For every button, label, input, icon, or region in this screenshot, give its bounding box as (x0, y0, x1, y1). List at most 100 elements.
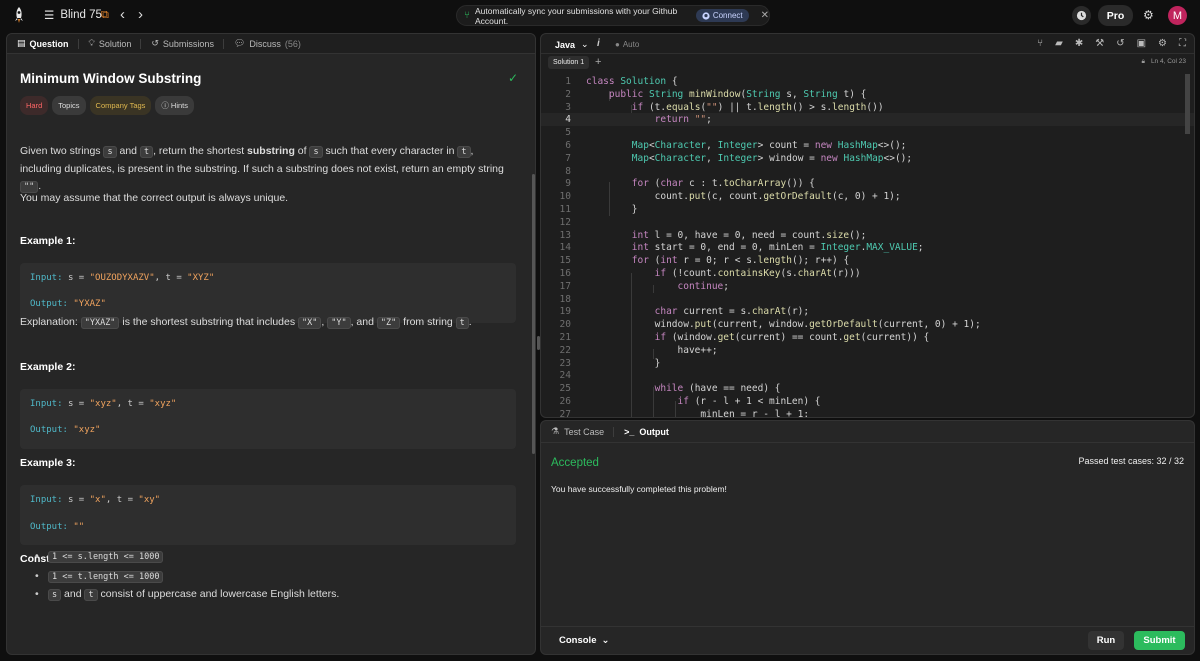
code-line[interactable]: 19 char current = s.charAt(r); (541, 305, 1194, 318)
external-link-icon[interactable]: ⧉ (101, 9, 109, 22)
code-line[interactable]: 15 for (int r = 0; r < s.length(); r++) … (541, 254, 1194, 267)
code-line[interactable]: 3 if (t.equals("") || t.length() > s.len… (541, 101, 1194, 114)
connect-github-button[interactable]: Connect (695, 9, 749, 22)
code-line[interactable]: 20 window.put(current, window.getOrDefau… (541, 318, 1194, 331)
top-bar: ☰ Blind 75 ⧉ ‹ › ⑂ Automatically sync yo… (0, 0, 1200, 31)
line-number: 27 (559, 408, 571, 418)
editor-scrollbar[interactable] (1185, 74, 1190, 134)
code-line[interactable]: 13 int l = 0, have = 0, need = count.siz… (541, 229, 1194, 242)
company-tags-tag[interactable]: Company Tags (89, 96, 152, 115)
tab-submissions[interactable]: ↺ Submissions (141, 34, 224, 54)
example-3-block: Input: s = "x", t = "xy" Output: "" (20, 485, 516, 545)
code-line[interactable]: 1 class Solution { (541, 75, 1194, 88)
auto-label: Auto (622, 40, 640, 49)
next-problem-button[interactable]: › (138, 6, 143, 23)
hints-tag[interactable]: ⓘ Hints (155, 96, 195, 115)
submit-button[interactable]: Submit (1134, 631, 1185, 650)
code-line[interactable]: 22 have++; (541, 344, 1194, 357)
tab-test-case[interactable]: ⚗ Test Case (541, 421, 615, 443)
line-source: for (int r = 0; r < s.length(); r++) { (631, 255, 850, 267)
code-line[interactable]: 16 if (!count.containsKey(s.charAt(r))) (541, 267, 1194, 280)
code-line[interactable]: 9 for (char c : t.toCharArray()) { (541, 177, 1194, 190)
problem-panel: ▤ Question 💡︎ Solution ↺ Submissions 💬︎ … (6, 33, 536, 655)
hints-label: Hints (170, 101, 189, 110)
code-line[interactable]: 2 public String minWindow(String s, Stri… (541, 88, 1194, 101)
format-icon[interactable]: ⚒ (1095, 38, 1104, 49)
code-line[interactable]: 17 continue; (541, 280, 1194, 293)
prev-problem-button[interactable]: ‹ (120, 6, 125, 23)
settings-gear-icon[interactable]: ⚙ (1158, 38, 1167, 49)
problem-scrollbar[interactable] (532, 174, 535, 454)
code-line[interactable]: 4 return ""; (541, 113, 1194, 127)
tab-discuss[interactable]: 💬︎ Discuss (56) (224, 34, 311, 54)
tab-output[interactable]: >_ Output (614, 421, 679, 443)
debug-bug-icon[interactable]: ✱ (1075, 38, 1083, 49)
line-number: 21 (559, 332, 571, 343)
code-line[interactable]: 8 (541, 165, 1194, 178)
code-area[interactable]: 1 class Solution {2 public String minWind… (541, 74, 1194, 418)
line-source: if (window.get(current) == count.get(cur… (654, 332, 930, 343)
line-source: window.put(current, window.getOrDefault(… (586, 319, 981, 331)
avatar[interactable]: M (1168, 6, 1187, 25)
rocket-logo-icon[interactable] (10, 6, 28, 24)
tab-solution[interactable]: 💡︎ Solution (79, 34, 142, 54)
clock-icon (1076, 10, 1087, 21)
code-line[interactable]: 26 if (r - l + 1 < minLen) { (541, 395, 1194, 408)
example-2-heading: Example 2: (20, 361, 76, 373)
code-line[interactable]: 7 Map<Character, Integer> window = new H… (541, 152, 1194, 165)
code-line[interactable]: 27 minLen = r - l + 1; (541, 408, 1194, 418)
code-line[interactable]: 5 (541, 126, 1194, 139)
list-icon: ☰ (44, 10, 55, 22)
line-number: 9 (565, 178, 571, 190)
reset-icon[interactable]: ↺ (1116, 38, 1124, 49)
line-source: } (586, 357, 661, 369)
close-icon[interactable]: ✕ (761, 10, 769, 21)
pro-button[interactable]: Pro (1098, 5, 1133, 26)
code-line[interactable]: 6 Map<Character, Integer> count = new Ha… (541, 139, 1194, 152)
connect-label: Connect (712, 11, 743, 20)
code-line[interactable]: 25 while (have == need) { (541, 382, 1194, 395)
console-label: Console (559, 635, 597, 646)
line-number: 20 (559, 319, 571, 331)
code-line[interactable]: 21 if (window.get(current) == count.get(… (541, 331, 1194, 344)
problem-list-button[interactable]: ☰ Blind 75 (44, 8, 102, 22)
language-select[interactable]: Java ⌄ (555, 39, 589, 50)
info-icon[interactable]: i (597, 38, 600, 49)
code-line[interactable]: 12 (541, 216, 1194, 229)
line-source: Map<Character, Integer> count = new Hash… (631, 140, 907, 151)
code-line[interactable]: 23 } (541, 357, 1194, 370)
console-toggle[interactable]: Console ⌄ (559, 635, 609, 646)
code-editor: Java ⌄ i ● Auto ⑂ ▰ ✱ ⚒ ↺ ▣ ⚙ ⛶ Solution 1… (540, 33, 1195, 418)
solution-tab[interactable]: Solution 1 (548, 56, 590, 69)
example-1-explanation: Explanation: "YXAZ" is the shortest subs… (20, 316, 472, 329)
add-tab-icon[interactable]: + (595, 56, 601, 68)
code-line[interactable]: 24 (541, 369, 1194, 382)
example-3-input: Input: s = "x", t = "xy" (30, 495, 161, 505)
inline-code: s (309, 146, 323, 158)
inline-code: t (139, 146, 154, 158)
settings-gear-icon[interactable]: ⚙ (1143, 8, 1154, 22)
line-number: 18 (559, 293, 571, 305)
line-number: 3 (565, 101, 571, 113)
code-line[interactable]: 10 count.put(c, count.getOrDefault(c, 0)… (541, 190, 1194, 203)
branch-icon[interactable]: ⑂ (1037, 38, 1043, 49)
fullscreen-icon[interactable]: ⛶ (1179, 38, 1186, 49)
doc-icon: ▤ (17, 38, 26, 48)
notes-icon[interactable]: ▰ (1055, 38, 1063, 49)
line-number: 13 (559, 229, 571, 241)
code-line[interactable]: 14 int start = 0, end = 0, minLen = Inte… (541, 241, 1194, 254)
solved-check-icon: ✓ (508, 71, 519, 85)
code-line[interactable]: 18 (541, 293, 1194, 306)
tab-question[interactable]: ▤ Question (7, 34, 79, 54)
line-source: count.put(c, count.getOrDefault(c, 0) + … (586, 191, 901, 203)
line-number: 19 (559, 306, 571, 318)
code-line[interactable]: 11 } (541, 203, 1194, 216)
timer-button[interactable] (1072, 6, 1091, 25)
run-button[interactable]: Run (1088, 631, 1124, 650)
problem-list-label: Blind 75 (60, 9, 102, 21)
github-icon (702, 11, 710, 20)
layout-icon[interactable]: ▣ (1137, 38, 1146, 49)
example-1-heading: Example 1: (20, 235, 76, 247)
line-source: if (!count.containsKey(s.charAt(r))) (654, 268, 861, 279)
topics-tag[interactable]: Topics (52, 96, 86, 115)
